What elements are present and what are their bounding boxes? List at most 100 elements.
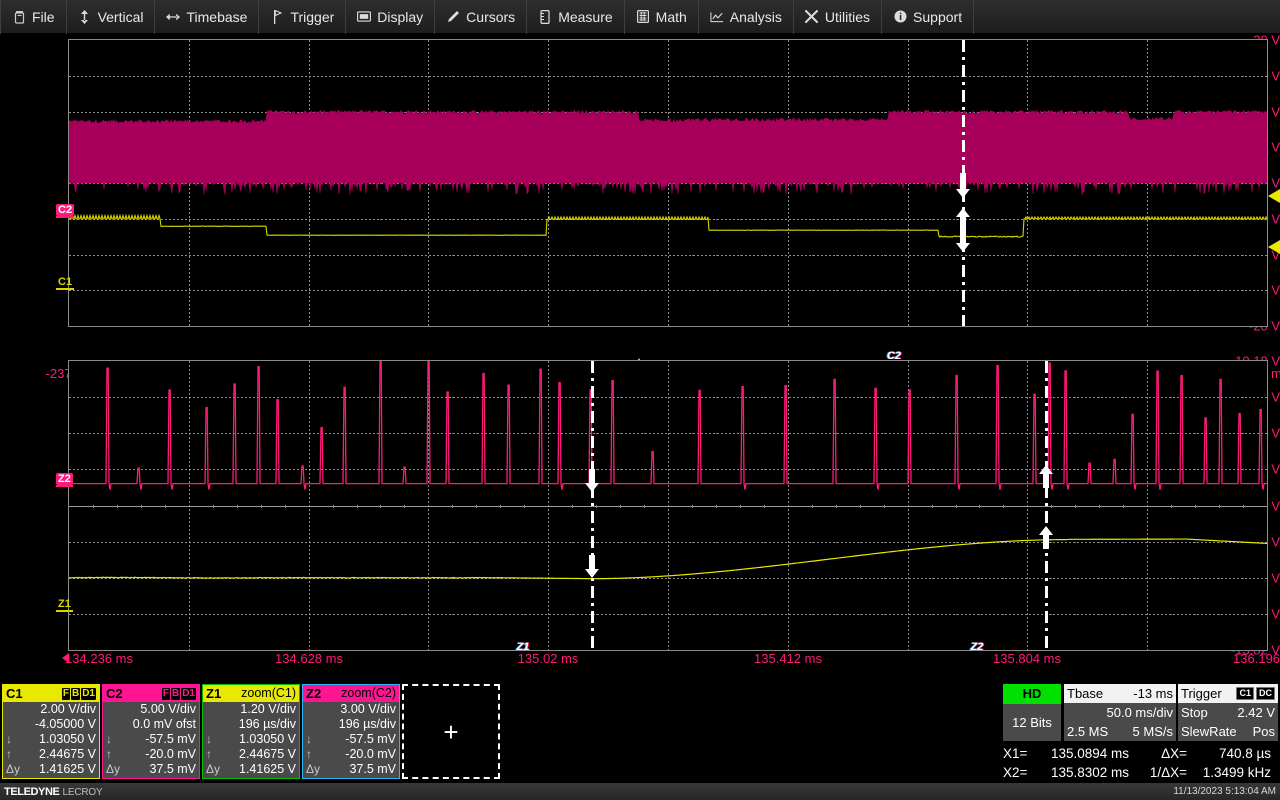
trace-descriptor-c1[interactable]: C1FBD12.00 V/div-4.05000 V↓1.03050 V↑2.4…	[2, 684, 100, 779]
descriptor-row-value: 196 µs/div	[306, 717, 396, 732]
menu-item-measure[interactable]: Measure	[527, 0, 624, 34]
menu-item-cursors[interactable]: Cursors	[435, 0, 527, 34]
menu-item-timebase[interactable]: Timebase	[155, 0, 259, 34]
descriptor-source: zoom(C2)	[341, 685, 396, 702]
zoom-x-label: 134.628 ms	[275, 651, 343, 666]
c1-offset-marker-right[interactable]	[1268, 240, 1280, 254]
menu-item-support[interactable]: Support	[882, 0, 974, 34]
descriptor-header[interactable]: Z2zoom(C2)	[303, 685, 399, 702]
menu-item-utilities[interactable]: Utilities	[794, 0, 882, 34]
descriptor-row-label: Δy	[206, 762, 220, 777]
zoom-cursor-1-label: Z1	[517, 641, 530, 653]
hd-badge: HD	[1003, 684, 1061, 704]
main-grid-area: 20 V15 V10 V5 V0 V-5 V-10 V-15 V-20 V	[0, 34, 1280, 354]
channel-marker-z2[interactable]: Z2	[56, 473, 73, 485]
menu-label-support: Support	[913, 9, 962, 25]
trace-descriptor-z1[interactable]: Z1zoom(C1)1.20 V/div196 µs/div↓1.03050 V…	[202, 684, 300, 779]
zoom-cursor2-arrow-up-bot	[1037, 526, 1055, 554]
menu-item-analysis[interactable]: Analysis	[699, 0, 794, 34]
descriptor-row: ↓1.03050 V	[203, 732, 299, 747]
x2-label: X2=	[1003, 763, 1033, 782]
main-cursor-arrow-down-2	[954, 232, 972, 256]
channel-marker-c2[interactable]: C2	[56, 204, 74, 216]
timebase-delay: -13 ms	[1133, 684, 1173, 703]
descriptor-row-value: 2.00 V/div	[6, 702, 96, 717]
descriptor-source: zoom(C1)	[241, 685, 296, 702]
descriptor-header[interactable]: C2 FBD1	[103, 685, 199, 702]
zoom-x-label: 135.412 ms	[754, 651, 822, 666]
acquisition-status[interactable]: HD 12 Bits	[1003, 684, 1061, 741]
math-calculator-icon	[636, 10, 650, 24]
timebase-sample-rate: 5 MS/s	[1133, 722, 1173, 741]
analysis-chart-icon	[710, 10, 724, 24]
main-grid-plot[interactable]	[68, 39, 1268, 327]
trace-descriptor-z2[interactable]: Z2zoom(C2)3.00 V/div196 µs/div↓-57.5 mV↑…	[302, 684, 400, 779]
descriptor-name: C1	[6, 685, 23, 702]
x1-label: X1=	[1003, 744, 1033, 763]
channel-marker-z1[interactable]: Z1	[56, 598, 73, 610]
menu-item-math[interactable]: Math	[625, 0, 699, 34]
horizontal-arrows-icon	[166, 10, 180, 24]
descriptor-row: -4.05000 V	[3, 717, 99, 732]
c2-offset-marker-right[interactable]	[1268, 189, 1280, 203]
support-info-icon	[893, 10, 907, 24]
menu-label-utilities: Utilities	[825, 9, 870, 25]
trigger-title: Trigger	[1181, 684, 1222, 703]
descriptor-row-value: 0.0 mV ofst	[106, 717, 196, 732]
menu-label-file: File	[32, 9, 55, 25]
descriptor-row-value: -57.5 mV	[112, 732, 196, 747]
descriptor-row-value: 1.41625 V	[20, 762, 96, 777]
descriptor-row: Δy1.41625 V	[203, 762, 299, 777]
descriptor-row: Δy37.5 mV	[303, 762, 399, 777]
descriptor-flag-d1[interactable]: D1	[81, 688, 96, 700]
zoom-cursor-2-line[interactable]	[1045, 361, 1048, 650]
descriptor-row: Δy1.41625 V	[3, 762, 99, 777]
zoom-cursor-1-line[interactable]	[591, 361, 594, 650]
invdx-label: 1/ΔX=	[1129, 763, 1187, 782]
descriptor-row-value: 5.00 V/div	[106, 702, 196, 717]
descriptor-row-value: 1.03050 V	[12, 732, 96, 747]
timebase-title: Tbase	[1067, 684, 1103, 703]
descriptor-row-value: 1.41625 V	[220, 762, 296, 777]
timebase-panel[interactable]: Tbase -13 ms 50.0 ms/div 2.5 MS 5 MS/s	[1064, 684, 1176, 741]
measure-ruler-icon	[538, 10, 552, 24]
menu-label-trigger: Trigger	[290, 9, 334, 25]
cursor-measurements: X1= 135.0894 ms ΔX= 740.8 µs X2= 135.830…	[1003, 744, 1271, 782]
waveform-c1	[69, 40, 1267, 326]
zoom-cursor1-arrow-down-top	[583, 469, 601, 497]
zoom-cursor2-arrow-up-top	[1037, 465, 1055, 493]
trace-descriptor-c2[interactable]: C2FBD15.00 V/div0.0 mV ofst↓-57.5 mV↑-20…	[102, 684, 200, 779]
menu-item-vertical[interactable]: Vertical	[67, 0, 156, 34]
menu-bar: File Vertical Timebase Trigger Display C…	[0, 0, 1280, 34]
descriptor-row: 196 µs/div	[303, 717, 399, 732]
trigger-panel[interactable]: Trigger C1 DC Stop 2.42 V SlewRate Pos	[1178, 684, 1278, 741]
menu-item-file[interactable]: File	[0, 0, 67, 34]
descriptor-row: ↑2.44675 V	[3, 747, 99, 762]
descriptor-flag-f[interactable]: F	[62, 688, 70, 700]
menu-item-display[interactable]: Display	[346, 0, 435, 34]
descriptor-row: ↑-20.0 mV	[103, 747, 199, 762]
descriptor-flag-d1[interactable]: D1	[181, 688, 196, 700]
trigger-flag-icon	[270, 10, 284, 24]
descriptor-name: Z1	[206, 685, 221, 702]
channel-marker-c1[interactable]: C1	[56, 276, 74, 288]
add-trace-button[interactable]: +	[402, 684, 500, 779]
trigger-level: 2.42 V	[1237, 703, 1275, 722]
descriptor-flag-f[interactable]: F	[162, 688, 170, 700]
descriptor-header[interactable]: C1 FBD1	[3, 685, 99, 702]
descriptor-row: 5.00 V/div	[103, 702, 199, 717]
descriptor-flag-b[interactable]: B	[71, 688, 80, 700]
menu-item-trigger[interactable]: Trigger	[259, 0, 346, 34]
descriptor-flag-b[interactable]: B	[171, 688, 180, 700]
descriptor-row-value: 3.00 V/div	[306, 702, 396, 717]
menu-label-math: Math	[656, 9, 687, 25]
descriptor-row: ↓-57.5 mV	[303, 732, 399, 747]
cursor-pen-icon	[446, 10, 460, 24]
display-screen-icon	[357, 10, 371, 24]
descriptor-name: C2	[106, 685, 123, 702]
descriptor-header[interactable]: Z1 zoom(C1)	[203, 685, 299, 702]
trigger-coupling-flag: DC	[1256, 687, 1275, 700]
trigger-type: SlewRate	[1181, 722, 1237, 741]
descriptor-row-label: Δy	[106, 762, 120, 777]
zoom-grid-plot[interactable]	[68, 360, 1268, 651]
